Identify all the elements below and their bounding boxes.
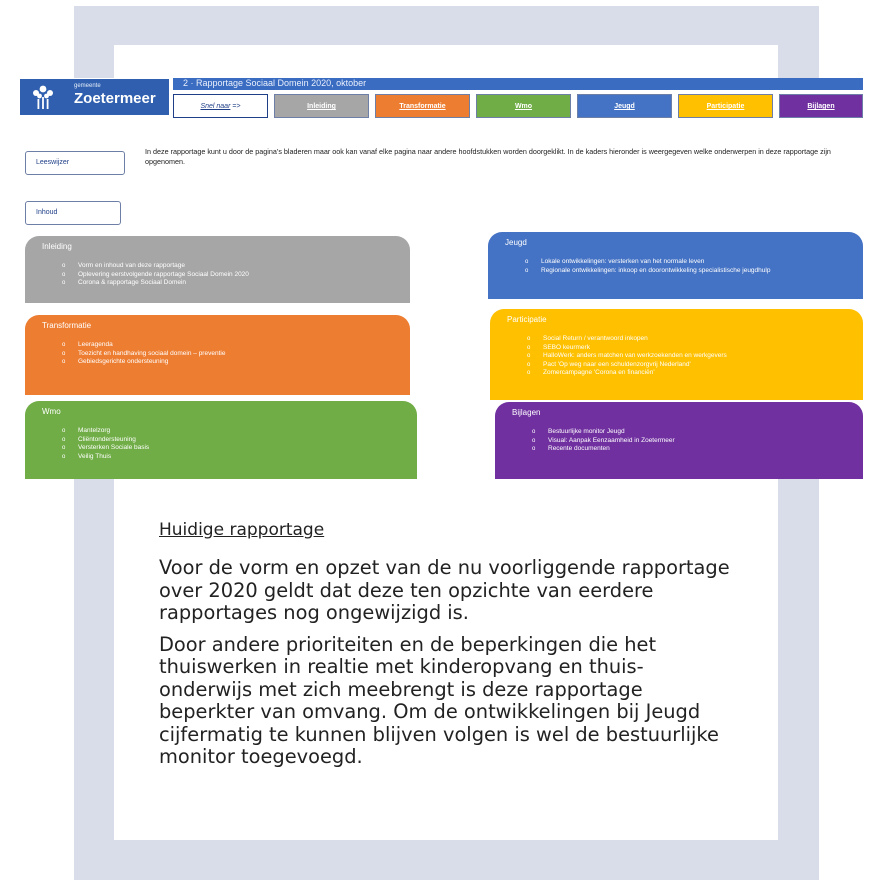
card-title: Jeugd	[505, 238, 527, 247]
document-body: Huidige rapportage Voor de vorm en opzet…	[159, 520, 733, 778]
card-inleiding[interactable]: Inleiding Vorm en inhoud van deze rappor…	[25, 236, 410, 303]
snel-naar-label: Snel naar =>	[173, 94, 268, 118]
card-item: Oplevering eerstvolgende rapportage Soci…	[62, 271, 410, 280]
flower-logo-icon	[33, 85, 53, 109]
logo-subtitle: gemeente	[74, 83, 101, 89]
paragraph: Voor de vorm en opzet van de nu voorligg…	[159, 556, 730, 624]
card-title: Participatie	[507, 315, 547, 324]
logo-name: Zoetermeer	[74, 90, 156, 107]
inhoud-button[interactable]: Inhoud	[25, 201, 121, 225]
card-item: Bestuurlijke monitor Jeugd	[532, 428, 863, 437]
card-item: Zomercampagne 'Corona en financiën'	[527, 369, 863, 378]
nav-bijlagen-button[interactable]: Bijlagen	[779, 94, 863, 118]
section-heading: Huidige rapportage	[159, 520, 325, 540]
card-item: Corona & rapportage Sociaal Domein	[62, 279, 410, 288]
card-transformatie[interactable]: Transformatie Leeragenda Toezicht en han…	[25, 315, 410, 395]
card-bijlagen[interactable]: Bijlagen Bestuurlijke monitor Jeugd Visu…	[495, 402, 863, 479]
report-title-bar: 2 · Rapportage Sociaal Domein 2020, okto…	[173, 78, 863, 90]
nav-wmo-button[interactable]: Wmo	[476, 94, 571, 118]
nav-participatie-button[interactable]: Participatie	[678, 94, 773, 118]
card-item: Leeragenda	[62, 341, 410, 350]
card-item: Vorm en inhoud van deze rapportage	[62, 262, 410, 271]
card-title: Transformatie	[42, 321, 92, 330]
card-item: Social Return / verantwoord inkopen	[527, 335, 863, 344]
card-item: Gebiedsgerichte ondersteuning	[62, 358, 410, 367]
card-item: Recente documenten	[532, 445, 863, 454]
nav-transformatie-button[interactable]: Transformatie	[375, 94, 470, 118]
card-item: Versterken Sociale basis	[62, 444, 417, 453]
card-item: Toezicht en handhaving sociaal domein – …	[62, 350, 410, 359]
card-item: Cliëntondersteuning	[62, 436, 417, 445]
card-item: Regionale ontwikkelingen: inkoop en door…	[525, 267, 863, 276]
zoetermeer-logo: gemeente Zoetermeer	[20, 79, 169, 115]
card-title: Wmo	[42, 407, 61, 416]
snel-naar-text: Snel naar	[200, 103, 231, 110]
card-title: Bijlagen	[512, 408, 541, 417]
card-item: SEBO keurmerk	[527, 344, 863, 353]
card-participatie[interactable]: Participatie Social Return / verantwoord…	[490, 309, 863, 400]
card-item: Veilig Thuis	[62, 453, 417, 462]
card-item: Pact 'Op weg naar een schuldenzorgvrij N…	[527, 361, 863, 370]
card-jeugd[interactable]: Jeugd Lokale ontwikkelingen: versterken …	[488, 232, 863, 299]
card-wmo[interactable]: Wmo Mantelzorg Cliëntondersteuning Verst…	[25, 401, 417, 479]
card-title: Inleiding	[42, 242, 72, 251]
leeswijzer-button[interactable]: Leeswijzer	[25, 151, 125, 175]
card-item: Visual: Aanpak Eenzaamheid in Zoetermeer	[532, 437, 863, 446]
card-item: HalloWerk: anders matchen van werkzoeken…	[527, 352, 863, 361]
card-item: Mantelzorg	[62, 427, 417, 436]
nav-jeugd-button[interactable]: Jeugd	[577, 94, 672, 118]
embedded-report-screenshot: gemeente Zoetermeer 2 · Rapportage Socia…	[20, 78, 863, 479]
nav-inleiding-button[interactable]: Inleiding	[274, 94, 369, 118]
snel-naar-arrow: =>	[232, 103, 241, 110]
paragraph: Door andere prioriteiten en de beperking…	[159, 632, 719, 768]
intro-text: In deze rapportage kunt u door de pagina…	[145, 147, 831, 166]
card-item: Lokale ontwikkelingen: versterken van he…	[525, 258, 863, 267]
